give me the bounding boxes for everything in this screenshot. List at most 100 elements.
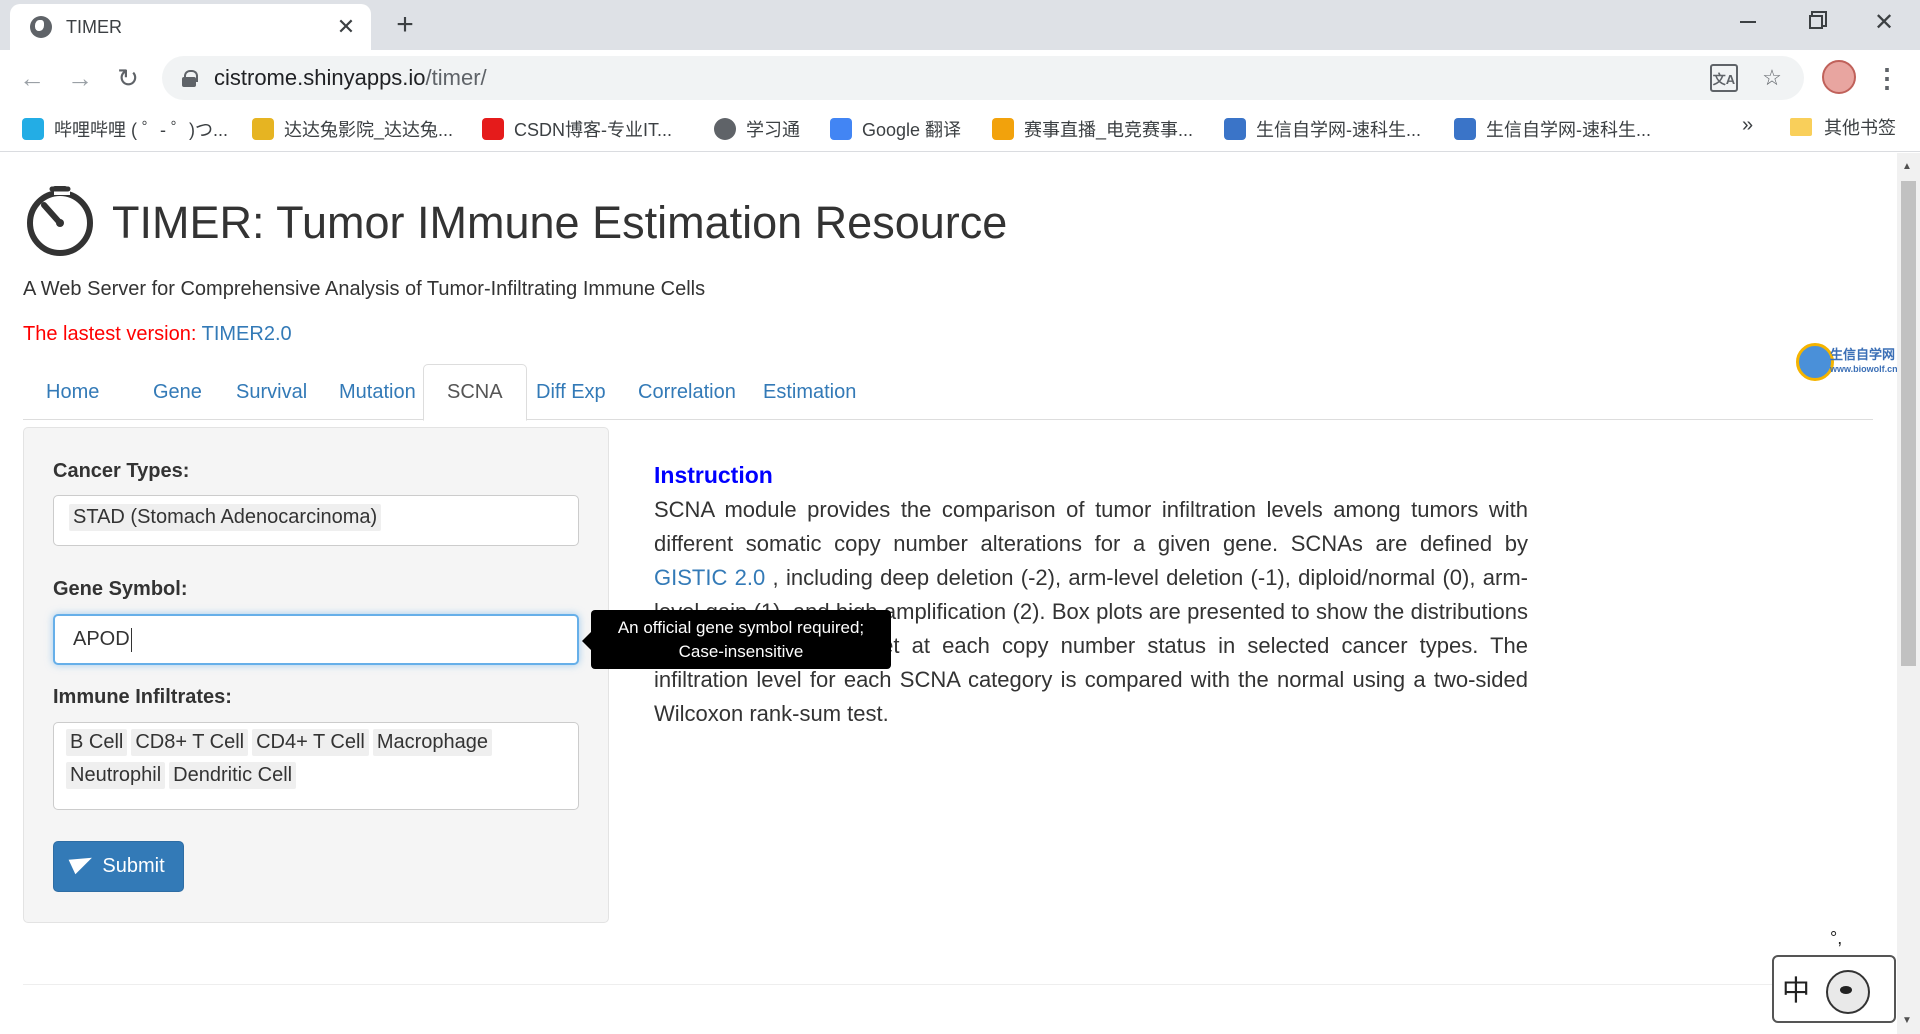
dadatu-icon [252,118,274,140]
restore-button[interactable] [1782,0,1850,44]
page-subtitle: A Web Server for Comprehensive Analysis … [23,278,706,300]
instruction-title: Instruction [654,462,773,488]
cancer-type-chip[interactable]: STAD (Stomach Adenocarcinoma) [69,504,382,531]
immune-chip[interactable]: B Cell [66,729,128,756]
bookmarks-more-icon[interactable]: » [1742,114,1753,137]
scroll-thumb[interactable] [1901,181,1916,666]
immune-chip[interactable]: Macrophage [372,729,493,756]
esports-icon [992,118,1014,140]
bookmark-item[interactable]: 生信自学网-速科生... [1454,114,1651,144]
ime-widget[interactable]: 中 [1772,955,1896,1023]
minimize-icon [1740,21,1756,23]
tab-title: TIMER [66,16,122,37]
bookmark-item[interactable]: 赛事直播_电竞赛事... [992,114,1193,144]
reload-button[interactable]: ↻ [110,60,146,96]
scroll-up-icon[interactable]: ▲ [1902,161,1912,172]
globe-icon [30,16,52,38]
bookmark-label: 生信自学网-速科生... [1256,120,1421,140]
back-button[interactable]: ← [14,60,50,96]
bookmark-label: 生信自学网-速科生... [1486,120,1651,140]
gene-symbol-input[interactable]: APOD [53,614,579,665]
biowolf-icon [1454,118,1476,140]
immune-chip[interactable]: CD8+ T Cell [131,729,249,756]
close-window-button[interactable]: ✕ [1850,0,1918,44]
submit-button[interactable]: Submit [53,841,184,892]
tab-mutation[interactable]: Mutation [316,364,439,420]
url-host: cistrome.shinyapps.io [214,65,426,90]
instruction-text-before: SCNA module provides the comparison of t… [654,497,1528,556]
minimize-button[interactable] [1714,0,1782,44]
tooltip-line2: Case-insensitive [678,641,804,661]
watermark-line1: 生信自学网 [1830,347,1896,362]
bookmark-item[interactable]: CSDN博客-专业IT... [482,114,672,144]
url-text: cistrome.shinyapps.io/timer/ [214,65,487,91]
nav-tabs: Home Gene Survival Mutation SCNA Diff Ex… [23,364,1873,421]
csdn-icon [482,118,504,140]
gene-symbol-tooltip: An official gene symbol required; Case-i… [582,610,891,669]
other-bookmarks-folder[interactable]: 其他书签 [1790,114,1896,140]
immune-chip[interactable]: Dendritic Cell [169,762,297,789]
tab-survival[interactable]: Survival [213,364,330,420]
gene-symbol-value: APOD [73,628,130,650]
bookmark-item[interactable]: 学习通 [714,114,800,144]
submit-label: Submit [102,855,165,877]
bookmark-label: 学习通 [746,120,800,140]
bookmark-label: 赛事直播_电竞赛事... [1024,120,1194,140]
bookmark-star-icon[interactable]: ☆ [1758,64,1786,92]
instruction-section: Instruction SCNA module provides the com… [654,462,1528,731]
page-scrollbar[interactable]: ▲ ▼ [1897,153,1920,1034]
watermark-line2: www.biowolf.cn [1830,364,1898,374]
lock-icon [182,70,198,87]
page-title: TIMER: Tumor IMmune Estimation Resource [112,197,1008,248]
tab-diff-exp[interactable]: Diff Exp [513,364,629,420]
biowolf-icon [1224,118,1246,140]
restore-icon [1809,15,1823,29]
bookmark-item[interactable]: 哔哩哔哩 ( ゜- ゜)つ... [22,114,228,144]
version-prefix: The lastest version: [23,323,202,345]
tab-correlation[interactable]: Correlation [615,364,759,420]
stopwatch-logo-icon [27,186,93,256]
biowolf-logo-icon [1796,343,1834,381]
new-tab-button[interactable]: + [388,8,422,42]
forward-button[interactable]: → [62,60,98,96]
browser-toolbar: ← → ↻ cistrome.shinyapps.io/timer/ 文A ☆ … [0,50,1920,106]
tab-home[interactable]: Home [23,364,122,420]
bookmarks-bar: 哔哩哔哩 ( ゜- ゜)つ... 达达兔影院_达达兔... CSDN博客-专业IT.… [0,106,1920,152]
other-bookmarks-label: 其他书签 [1824,118,1896,138]
bookmark-label: Google 翻译 [862,120,962,140]
cancer-types-label: Cancer Types: [53,460,190,482]
tab-estimation[interactable]: Estimation [740,364,879,420]
translate-icon[interactable]: 文A [1710,64,1738,92]
immune-infiltrates-select[interactable]: B Cell CD8+ T Cell CD4+ T Cell Macrophage Ne… [53,722,579,810]
immune-chip[interactable]: Neutrophil [66,762,166,789]
bilibili-icon [22,118,44,140]
google-translate-icon [830,118,852,140]
immune-infiltrates-label: Immune Infiltrates: [53,686,232,708]
bookmark-item[interactable]: 达达兔影院_达达兔... [252,114,453,144]
text-caret [130,627,132,652]
gistic-link[interactable]: GISTIC 2.0 [654,565,765,590]
browser-menu-icon[interactable]: ⋮ [1872,60,1902,96]
divider [23,984,1873,985]
ime-language-char: 中 [1782,975,1811,1006]
paper-plane-icon [72,857,94,877]
gene-symbol-label: Gene Symbol: [53,578,188,600]
close-tab-icon[interactable]: ✕ [331,12,361,42]
address-bar[interactable]: cistrome.shinyapps.io/timer/ 文A ☆ [162,56,1804,100]
scroll-down-icon[interactable]: ▼ [1902,1015,1912,1026]
tooltip-line1: An official gene symbol required; [617,617,865,637]
profile-avatar[interactable] [1822,60,1856,94]
globe-icon [714,118,736,140]
browser-tab[interactable]: TIMER ✕ [10,4,371,50]
watermark-text: 生信自学网 www.biowolf.cn [1830,348,1898,376]
bookmark-label: 达达兔影院_达达兔... [284,120,454,140]
tab-scna[interactable]: SCNA [423,364,527,421]
bookmark-item[interactable]: 生信自学网-速科生... [1224,114,1421,144]
input-panel: Cancer Types: STAD (Stomach Adenocarcino… [23,427,609,923]
tab-gene[interactable]: Gene [130,364,225,420]
cancer-types-select[interactable]: STAD (Stomach Adenocarcinoma) [53,495,579,546]
immune-chip[interactable]: CD4+ T Cell [252,729,369,756]
tab-strip: TIMER ✕ + ✕ [0,0,1920,50]
timer2-link[interactable]: TIMER2.0 [202,323,292,345]
bookmark-item[interactable]: Google 翻译 [830,114,961,144]
